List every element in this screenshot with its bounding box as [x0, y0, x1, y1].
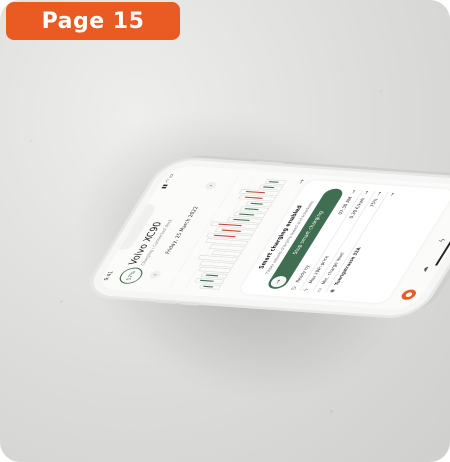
chart-price-marker	[205, 274, 219, 277]
chart-bar	[211, 250, 242, 257]
chart-price-marker	[238, 213, 255, 216]
state-of-charge-ring: 57%	[115, 266, 147, 285]
bolt-tab-icon: ϟ	[437, 238, 449, 243]
bolt-icon: ϟ	[302, 287, 311, 292]
chart-price-marker	[245, 190, 266, 194]
chart-price-marker	[244, 208, 259, 211]
chart-price-marker	[262, 186, 275, 189]
chart-bar	[198, 266, 232, 274]
next-day-button[interactable]: ›	[203, 181, 219, 190]
chart-bar	[208, 244, 246, 252]
chart-bar	[205, 238, 249, 246]
chart-price-marker	[233, 218, 250, 221]
chart-price-marker	[250, 202, 264, 205]
tab-weather[interactable]: ☁	[415, 264, 434, 275]
chart-price-marker	[244, 196, 263, 199]
chart-price-marker	[199, 279, 214, 282]
setting-value: 75%	[369, 198, 381, 208]
chart-price-marker	[218, 223, 242, 227]
arrow-right-icon: →	[375, 191, 385, 196]
chart-price-marker	[221, 229, 242, 232]
arrow-right-icon: →	[362, 190, 372, 195]
phone-scene: 9:41 ▮▮ ◠ ▭ 57% Volvo XC90 Charging / Co…	[0, 0, 450, 462]
background-card: Page 15 9:41 ▮▮ ◠ ▭ 57% Volvo XC90 Charg…	[0, 0, 450, 462]
battery-icon: ▭	[315, 287, 325, 293]
status-time: 9:41	[102, 270, 116, 281]
chart-expand-arrow[interactable]: →	[297, 179, 307, 184]
chart-price-marker	[268, 181, 279, 183]
arrow-right-icon: →	[349, 189, 359, 194]
chart-price-marker	[203, 285, 214, 288]
tab-home[interactable]: ●	[399, 289, 419, 301]
arrow-right-icon: →	[268, 275, 290, 288]
pin-icon: ◉	[328, 288, 338, 294]
cloud-icon: ☁	[418, 265, 431, 273]
soc-value: 57%	[124, 270, 138, 281]
chart-price-marker	[213, 234, 236, 238]
clock-icon: ◷	[289, 286, 299, 291]
home-icon: ●	[402, 291, 415, 298]
arrow-right-icon: →	[388, 192, 398, 197]
